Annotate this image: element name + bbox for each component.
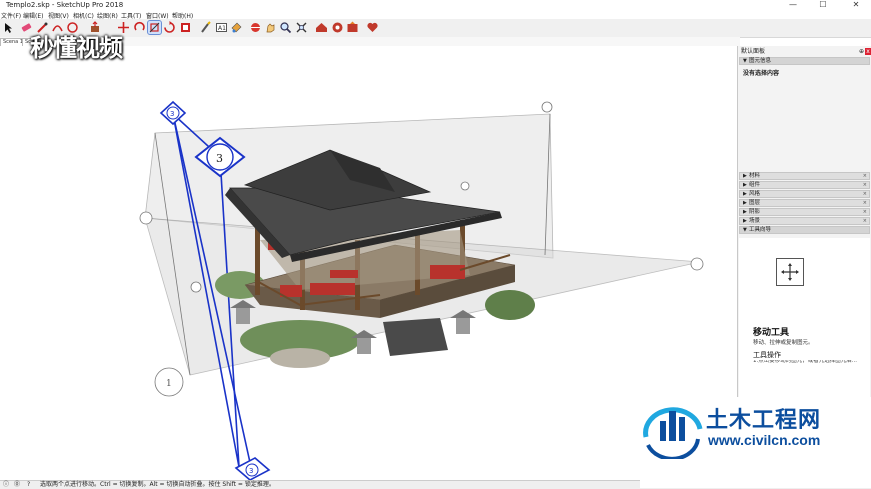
plane-grip-icon[interactable] bbox=[541, 101, 553, 113]
bench bbox=[310, 283, 355, 295]
plane-grip-icon[interactable] bbox=[190, 281, 202, 293]
select-tool-icon[interactable] bbox=[2, 21, 15, 34]
protractor-label: 1 bbox=[166, 379, 172, 389]
panel-close-icon[interactable]: × bbox=[863, 191, 867, 198]
warehouse-tool-icon[interactable] bbox=[315, 21, 328, 34]
maximize-button[interactable]: ☐ bbox=[812, 0, 834, 10]
title-bar: Templo2.skp - SketchUp Pro 2018 — ☐ ✕ bbox=[0, 0, 871, 10]
pan-tool-icon[interactable] bbox=[264, 21, 277, 34]
scale-tool-icon[interactable] bbox=[147, 20, 162, 35]
protractor-label: 3 bbox=[216, 152, 223, 165]
logo-name: 土木工程网 bbox=[706, 408, 822, 433]
panel-close-icon[interactable]: × bbox=[863, 182, 867, 189]
entity-info-empty: 没有选择内容 bbox=[743, 70, 780, 77]
bench bbox=[430, 265, 465, 279]
text-tool-icon[interactable] bbox=[199, 21, 212, 34]
video-watermark: 秒懂视频 bbox=[30, 33, 123, 62]
protractor-label: 3 bbox=[170, 110, 174, 118]
instructor-tool-name: 移动工具 bbox=[753, 328, 790, 338]
panel-close-icon[interactable]: × bbox=[863, 173, 867, 180]
move-tool-illustration-icon bbox=[776, 258, 804, 286]
panel-close-icon[interactable]: × bbox=[863, 209, 867, 216]
instructor-tool-desc: 移动、拉伸或复制图元。 bbox=[753, 340, 814, 346]
bench bbox=[330, 270, 358, 278]
panel-shadows[interactable]: ▶ 阴影 × bbox=[739, 208, 870, 216]
rotate-tool-icon[interactable] bbox=[133, 21, 146, 34]
extension-warehouse-tool-icon[interactable] bbox=[331, 21, 344, 34]
panel-components[interactable]: ▶ 组件 × bbox=[739, 181, 870, 189]
offset-tool-icon[interactable] bbox=[163, 21, 176, 34]
instructor-body: 移动工具 移动、拉伸或复制图元。 工具操作 1.点击要移动的图元，或者先选择图元… bbox=[739, 238, 870, 408]
civilcn-logo: 土木工程网 www.civilcn.com bbox=[640, 397, 871, 488]
window-title: Templo2.skp - SketchUp Pro 2018 bbox=[6, 1, 124, 9]
close-button[interactable]: ✕ bbox=[845, 0, 867, 10]
main-toolbar: A1 bbox=[0, 19, 871, 38]
panel-layers[interactable]: ▶ 图层 × bbox=[739, 199, 870, 207]
civilcn-logo-icon bbox=[643, 407, 703, 459]
zoom-tool-icon[interactable] bbox=[279, 21, 292, 34]
steps bbox=[383, 318, 448, 356]
model-canvas[interactable]: 1 3 3 3 bbox=[0, 46, 737, 481]
selection-marker-bottom[interactable]: 3 bbox=[234, 457, 271, 481]
panel-entity-info[interactable]: ▼ 图元信息 bbox=[739, 57, 870, 65]
entity-info-body bbox=[739, 66, 870, 172]
shrub bbox=[485, 290, 535, 320]
instructor-operation-title: 工具操作 bbox=[753, 351, 781, 359]
panel-styles[interactable]: ▶ 风格 × bbox=[739, 190, 870, 198]
tray-header: 默认面板 ⊕ x bbox=[738, 48, 871, 56]
protractor-marker-bottom-left[interactable]: 1 bbox=[154, 367, 184, 397]
panel-materials[interactable]: ▶ 材料 × bbox=[739, 172, 870, 180]
plane-grip-icon[interactable] bbox=[690, 257, 704, 271]
panel-instructor[interactable]: ▼ 工具向导 bbox=[739, 226, 870, 234]
orbit-tool-icon[interactable] bbox=[249, 21, 262, 34]
panel-scenes[interactable]: ▶ 场景 × bbox=[739, 217, 870, 225]
panel-close-icon[interactable]: × bbox=[863, 200, 867, 207]
tray-title: 默认面板 bbox=[741, 48, 766, 55]
extension-manager-tool-icon[interactable] bbox=[366, 21, 379, 34]
instructor-operation-text: 1.点击要移动的图元，或者先选择图元后... bbox=[753, 360, 857, 363]
plane-grip-icon[interactable] bbox=[460, 181, 470, 191]
svg-text:A1: A1 bbox=[218, 25, 226, 32]
paint-tool-icon[interactable] bbox=[230, 21, 243, 34]
column bbox=[255, 225, 260, 295]
tray-close-button[interactable]: x bbox=[865, 48, 871, 55]
paint-bucket-tool-icon[interactable]: A1 bbox=[215, 21, 228, 34]
plane-grip-icon[interactable] bbox=[139, 211, 153, 225]
zoom-extents-tool-icon[interactable] bbox=[295, 21, 308, 34]
share-model-tool-icon[interactable] bbox=[346, 21, 359, 34]
panel-close-icon[interactable]: × bbox=[863, 218, 867, 225]
minimize-button[interactable]: — bbox=[782, 0, 804, 10]
pin-icon[interactable]: ⊕ bbox=[859, 48, 864, 56]
logo-url: www.civilcn.com bbox=[708, 432, 821, 448]
protractor-label: 3 bbox=[249, 467, 253, 475]
drawing-viewport[interactable]: 1 3 3 3 bbox=[0, 46, 737, 481]
menu-bar: 文件(F) 编辑(E) 视图(V) 相机(C) 绘图(R) 工具(T) 窗口(W… bbox=[0, 10, 871, 20]
tape-measure-tool-icon[interactable] bbox=[179, 21, 192, 34]
rocks bbox=[270, 348, 330, 368]
